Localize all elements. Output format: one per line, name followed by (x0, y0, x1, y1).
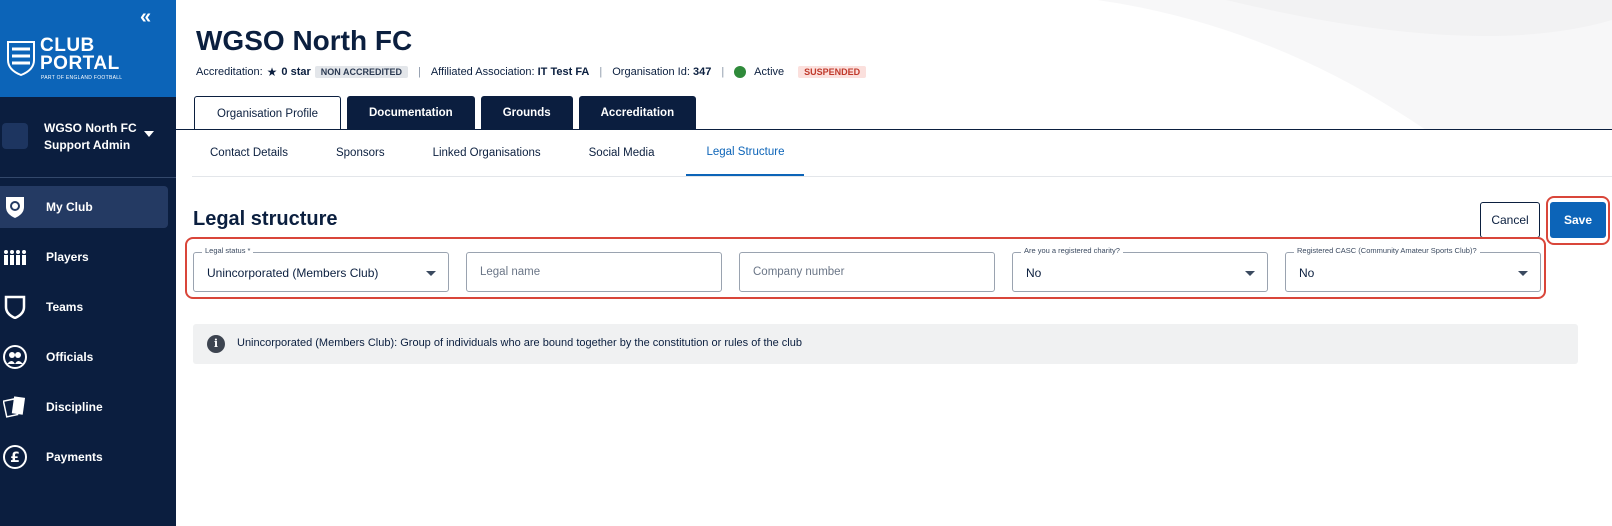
sidebar-item-label: Officials (46, 350, 94, 364)
info-banner: i Unincorporated (Members Club): Group o… (193, 324, 1578, 364)
status-dot-icon (734, 66, 747, 78)
club-crest-icon (6, 197, 24, 218)
avatar (2, 123, 28, 149)
page-title: WGSO North FC (196, 25, 413, 56)
tab-documentation[interactable]: Documentation (347, 96, 475, 129)
user-name: WGSO North FC (44, 121, 137, 135)
sidebar-item-label: Discipline (46, 400, 103, 414)
affiliated-value: IT Test FA (537, 66, 590, 78)
chevron-down-icon (426, 271, 436, 276)
sidebar-item-discipline[interactable]: Discipline (0, 386, 168, 428)
cards-icon (3, 396, 26, 418)
logo-area: « CLUB PORTAL PART OF ENGLAND FOOTBALL (0, 0, 176, 97)
pound-icon: £ (3, 445, 27, 469)
legal-name-input[interactable] (467, 253, 721, 291)
info-icon: i (207, 335, 225, 353)
divider: | (417, 66, 421, 78)
accreditation-label: Accreditation: (196, 66, 263, 78)
org-meta-bar: Accreditation: ★ 0 star NON ACCREDITED |… (196, 65, 867, 79)
svg-text:£: £ (10, 450, 20, 466)
sidebar-item-officials[interactable]: Officials (0, 336, 168, 378)
sidebar: « CLUB PORTAL PART OF ENGLAND FOOTBALL W… (0, 0, 176, 526)
registered-casc-select[interactable]: Registered CASC (Community Amateur Sport… (1285, 246, 1541, 292)
user-role: Support Admin (44, 138, 131, 152)
legal-status-value: Unincorporated (Members Club) (207, 266, 379, 280)
accreditation-badge: NON ACCREDITED (314, 66, 408, 78)
chevron-down-icon (1245, 271, 1255, 276)
org-id-label: Organisation Id: (612, 66, 690, 78)
company-number-input[interactable] (740, 253, 994, 291)
company-number-field[interactable] (739, 252, 995, 292)
registered-casc-value: No (1299, 266, 1315, 280)
sidebar-item-label: My Club (46, 200, 93, 214)
user-switcher[interactable]: WGSO North FC Support Admin (0, 97, 176, 177)
sidebar-item-label: Teams (46, 300, 84, 314)
subtab-sponsors[interactable]: Sponsors (320, 130, 409, 176)
legal-status-label: Legal status * (202, 246, 254, 255)
subtab-social-media[interactable]: Social Media (573, 130, 679, 176)
sidebar-item-my-club[interactable]: My Club (0, 186, 168, 228)
divider: | (599, 66, 603, 78)
subtab-linked-organisations[interactable]: Linked Organisations (417, 130, 565, 176)
three-lions-crest-icon (7, 41, 35, 76)
sidebar-item-label: Players (46, 250, 89, 264)
primary-tabs: Organisation Profile Documentation Groun… (194, 96, 702, 130)
subtab-legal-structure[interactable]: Legal Structure (686, 130, 805, 176)
star-icon: ★ (266, 65, 278, 79)
legal-name-field[interactable] (466, 252, 722, 292)
info-text: Unincorporated (Members Club): Group of … (237, 337, 802, 349)
players-icon (4, 250, 26, 265)
officials-icon (3, 345, 27, 369)
accreditation-value: 0 star (281, 66, 311, 78)
status-badge: SUSPENDED (798, 66, 867, 78)
sidebar-item-teams[interactable]: Teams (0, 286, 168, 328)
registered-casc-label: Registered CASC (Community Amateur Sport… (1294, 246, 1480, 255)
legal-status-select[interactable]: Legal status * Unincorporated (Members C… (193, 246, 449, 292)
registered-charity-label: Are you a registered charity? (1021, 246, 1123, 255)
registered-charity-select[interactable]: Are you a registered charity? No (1012, 246, 1268, 292)
tab-grounds[interactable]: Grounds (480, 96, 573, 129)
logo-subtitle: PART OF ENGLAND FOOTBALL (41, 75, 123, 81)
divider: | (721, 66, 725, 78)
affiliated-label: Affiliated Association: (430, 66, 535, 78)
cancel-button[interactable]: Cancel (1480, 202, 1540, 238)
chevron-down-icon (1518, 271, 1528, 276)
subtabs-underline (192, 176, 1612, 177)
subtab-contact-details[interactable]: Contact Details (194, 130, 312, 176)
logo-text: CLUB PORTAL (40, 35, 120, 74)
section-title: Legal structure (193, 208, 338, 230)
tab-organisation-profile[interactable]: Organisation Profile (194, 96, 341, 130)
divider (0, 177, 176, 178)
registered-charity-value: No (1026, 266, 1042, 280)
org-id-value: 347 (692, 66, 712, 78)
tab-accreditation[interactable]: Accreditation (578, 96, 697, 129)
save-button[interactable]: Save (1550, 202, 1606, 238)
chevron-down-icon (144, 131, 154, 137)
shield-icon (4, 295, 26, 319)
sidebar-item-players[interactable]: Players (0, 236, 168, 278)
main-content: WGSO North FC Accreditation: ★ 0 star NO… (176, 0, 1612, 526)
status-label: Active (754, 66, 785, 78)
collapse-sidebar-icon[interactable]: « (140, 6, 151, 29)
sidebar-item-label: Payments (46, 450, 103, 464)
sidebar-item-payments[interactable]: £ Payments (0, 436, 168, 478)
secondary-tabs: Contact Details Sponsors Linked Organisa… (194, 130, 812, 176)
